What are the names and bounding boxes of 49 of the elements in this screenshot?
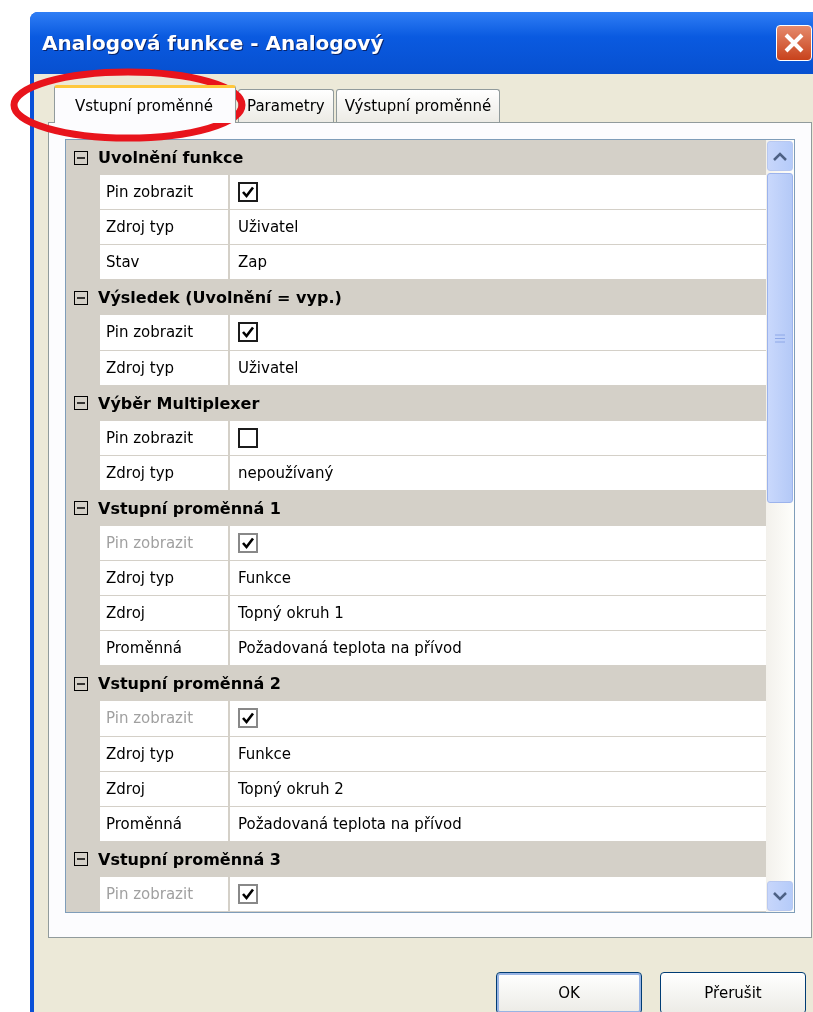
- scrollbar[interactable]: [766, 140, 794, 912]
- scroll-down-button[interactable]: [767, 881, 793, 911]
- property-label: Pin zobrazit: [100, 876, 230, 911]
- scroll-up-button[interactable]: [767, 141, 793, 171]
- group-title: Vstupní proměnná 2: [98, 674, 281, 694]
- tab[interactable]: Vstupní proměnné: [54, 85, 237, 123]
- checkbox[interactable]: [238, 427, 258, 448]
- property-value: Uživatel: [238, 358, 299, 377]
- property-value: Topný okruh 1: [238, 604, 344, 623]
- property-value: nepoužívaný: [238, 463, 334, 482]
- close-button[interactable]: [776, 25, 812, 61]
- property-label: Proměnná: [100, 806, 230, 841]
- property-value: Uživatel: [238, 218, 299, 237]
- dialog-button[interactable]: Přerušit: [660, 972, 806, 1012]
- collapse-icon[interactable]: [74, 396, 88, 411]
- collapse-icon[interactable]: [74, 852, 88, 867]
- property-value: Funkce: [238, 744, 291, 763]
- group-title: Výběr Multiplexer: [98, 393, 260, 413]
- property-value: Topný okruh 2: [238, 779, 344, 798]
- grip-icon: [775, 333, 785, 343]
- property-label: Pin zobrazit: [100, 315, 230, 350]
- property-value: Požadovaná teplota na přívod: [238, 639, 462, 658]
- property-label: Zdroj typ: [100, 455, 230, 490]
- property-label: Zdroj: [100, 771, 230, 806]
- dialog-button[interactable]: OK: [496, 972, 642, 1012]
- checkbox[interactable]: [238, 182, 258, 203]
- property-label: Pin zobrazit: [100, 701, 230, 736]
- window-title: Analogová funkce - Analogový: [41, 31, 385, 55]
- collapse-icon[interactable]: [74, 501, 88, 516]
- group-title: Vstupní proměnná 3: [98, 849, 281, 869]
- collapse-icon[interactable]: [74, 290, 88, 305]
- property-label: Zdroj typ: [100, 350, 230, 385]
- close-icon: [783, 32, 805, 54]
- tab[interactable]: Parametry: [238, 89, 334, 122]
- checkbox[interactable]: [238, 322, 258, 343]
- property-value: Požadovaná teplota na přívod: [238, 814, 462, 833]
- collapse-icon[interactable]: [74, 150, 88, 165]
- chevron-down-icon: [773, 891, 787, 901]
- property-label: Pin zobrazit: [100, 420, 230, 455]
- chevron-up-icon: [773, 151, 787, 161]
- group-title: Uvolnění funkce: [98, 148, 244, 168]
- group-title: Vstupní proměnná 1: [98, 498, 281, 518]
- property-value: Zap: [238, 253, 267, 272]
- property-value: Funkce: [238, 569, 291, 588]
- scroll-thumb[interactable]: [767, 173, 793, 503]
- collapse-icon[interactable]: [74, 676, 88, 691]
- tab[interactable]: Výstupní proměnné: [335, 89, 501, 122]
- property-label: Zdroj typ: [100, 736, 230, 771]
- group-title: Výsledek (Uvolnění = vyp.): [98, 288, 342, 308]
